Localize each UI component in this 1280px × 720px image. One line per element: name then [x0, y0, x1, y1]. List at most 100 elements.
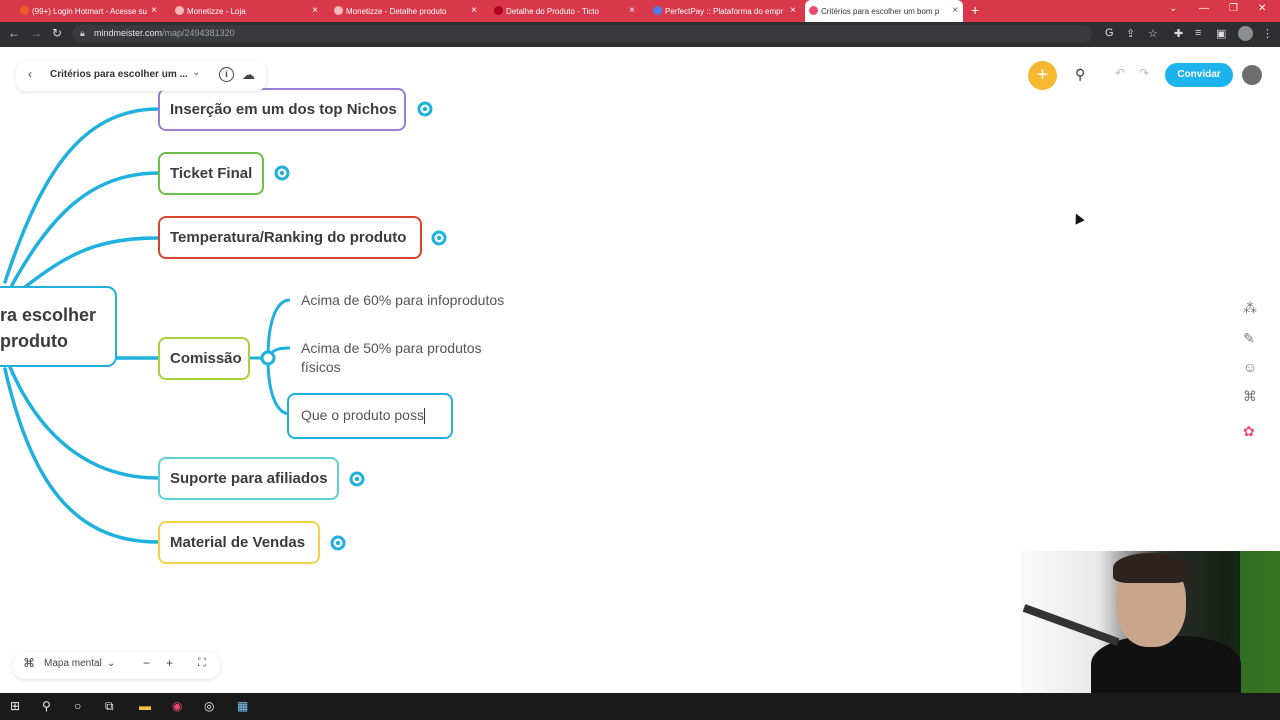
- redo-icon[interactable]: ↷: [1139, 66, 1149, 80]
- view-mode-label[interactable]: Mapa mental: [44, 658, 102, 669]
- side-panel-icon[interactable]: ▣: [1216, 27, 1226, 40]
- subtopic-infoprodutos[interactable]: Acima de 60% para infoprodutos: [301, 291, 504, 310]
- invite-button[interactable]: Convidar: [1165, 63, 1233, 87]
- mindmeister-favicon-icon: [809, 6, 818, 15]
- layout-icon[interactable]: ⁂: [1243, 300, 1257, 317]
- browser-tab-strip: (99+) Login Hotmart - Acesse su × Moneti…: [0, 0, 1280, 22]
- close-icon[interactable]: ×: [629, 5, 635, 16]
- task-view-icon[interactable]: ⧉: [105, 699, 114, 714]
- menu-kebab-icon[interactable]: ⋮: [1262, 27, 1273, 40]
- minimize-icon[interactable]: —: [1199, 3, 1209, 14]
- tab-monetizze-loja[interactable]: Monetizze - Loja ×: [171, 0, 323, 22]
- google-icon[interactable]: G: [1105, 27, 1114, 39]
- cloud-download-icon[interactable]: ☁: [242, 67, 255, 83]
- zoom-in-button[interactable]: +: [166, 656, 173, 670]
- reading-list-icon[interactable]: ≡: [1195, 27, 1201, 39]
- connect-icon[interactable]: ⌘: [1243, 388, 1257, 405]
- calculator-icon[interactable]: ▦: [237, 699, 248, 713]
- window-close-icon[interactable]: ✕: [1258, 3, 1266, 14]
- chrome-icon[interactable]: ◉: [172, 699, 182, 713]
- close-icon[interactable]: ×: [471, 5, 477, 16]
- right-toolbar: ⁂ ✎ ☺ ⌘ ✿: [1237, 292, 1267, 452]
- user-avatar[interactable]: [1242, 65, 1262, 85]
- info-icon[interactable]: i: [219, 67, 234, 82]
- topic-label: Temperatura/Ranking do produto: [170, 229, 407, 246]
- search-icon[interactable]: ⚲: [1075, 66, 1085, 83]
- tab-title: Monetizze - Loja: [187, 6, 246, 16]
- undo-icon[interactable]: ↶: [1115, 66, 1125, 80]
- tab-title: PerfectPay :: Plataforma do empr: [665, 6, 784, 16]
- tab-perfectpay[interactable]: PerfectPay :: Plataforma do empr ×: [649, 0, 801, 22]
- close-icon[interactable]: ×: [790, 5, 796, 16]
- search-icon[interactable]: ⚲: [42, 699, 51, 713]
- file-explorer-icon[interactable]: ▬: [139, 699, 151, 713]
- webcam-overlay: [1021, 551, 1280, 693]
- topic-label: Ticket Final: [170, 165, 253, 182]
- background-light: [1240, 551, 1280, 693]
- close-icon[interactable]: ×: [151, 5, 157, 16]
- mind-map-icon: ⌘: [23, 656, 35, 670]
- windows-start-icon[interactable]: ⊞: [10, 699, 20, 713]
- subtopic-edit-input[interactable]: Que o produto poss: [287, 393, 453, 439]
- extensions-puzzle-icon[interactable]: ✚: [1174, 27, 1183, 40]
- view-bar: ⌘ Mapa mental ⌄ − + ⛶: [13, 652, 220, 679]
- monetizze-favicon-icon: [175, 6, 184, 15]
- tab-title: Critérios para escolher um bom p: [821, 6, 940, 16]
- chevron-down-icon[interactable]: ⌄: [107, 658, 115, 669]
- url-text: mindmeister.com/map/2494381320: [94, 28, 235, 38]
- person-hair: [1113, 553, 1189, 583]
- forward-arrow-icon[interactable]: →: [30, 26, 42, 40]
- address-bar[interactable]: 🔒︎ mindmeister.com/map/2494381320: [72, 25, 1092, 43]
- profile-avatar[interactable]: [1238, 26, 1253, 41]
- collapse-knob-comissao: [260, 350, 276, 366]
- tab-title: Detalhe do Produto - Ticto: [506, 6, 599, 16]
- topic-suporte[interactable]: Suporte para afiliados: [158, 457, 339, 500]
- map-title[interactable]: Critérios para escolher um ...: [50, 69, 188, 80]
- zoom-out-button[interactable]: −: [143, 656, 150, 670]
- topic-label: Inserção em um dos top Nichos: [170, 101, 397, 118]
- topic-temperatura[interactable]: Temperatura/Ranking do produto: [158, 216, 422, 259]
- fit-screen-icon[interactable]: ⛶: [198, 657, 206, 670]
- connector-suporte: [8, 365, 160, 480]
- microphone-arm: [1022, 604, 1120, 646]
- tab-mindmeister[interactable]: Critérios para escolher um bom p ×: [805, 0, 963, 22]
- app-icon[interactable]: ◎: [204, 699, 214, 713]
- emoji-icon[interactable]: ☺: [1243, 359, 1257, 375]
- ticto-favicon-icon: [494, 6, 503, 15]
- share-icon[interactable]: ⇪: [1126, 27, 1135, 40]
- topic-material-vendas[interactable]: Material de Vendas: [158, 521, 320, 564]
- root-topic[interactable]: ra escolher produto: [0, 286, 117, 367]
- back-chevron-icon[interactable]: ‹: [28, 67, 32, 81]
- add-topic-button[interactable]: +: [1028, 61, 1057, 90]
- tab-monetizze-detalhe[interactable]: Monetizze - Detalhe produto ×: [330, 0, 482, 22]
- topic-label: Material de Vendas: [170, 534, 306, 551]
- theme-palette-icon[interactable]: ✿: [1243, 423, 1255, 440]
- tab-search-chevron-icon[interactable]: ⌄: [1169, 3, 1177, 14]
- restore-icon[interactable]: ❐: [1229, 3, 1238, 14]
- topic-insercao[interactable]: Inserção em um dos top Nichos: [158, 88, 406, 131]
- subtopic-produtos-fisicos[interactable]: Acima de 50% para produtos físicos: [301, 339, 482, 377]
- close-icon[interactable]: ×: [312, 5, 318, 16]
- hotmart-favicon-icon: [20, 6, 29, 15]
- topic-label: Comissão: [170, 350, 242, 367]
- cortana-circle-icon[interactable]: ○: [74, 699, 81, 713]
- back-arrow-icon[interactable]: ←: [8, 26, 20, 40]
- map-header: ‹ Critérios para escolher um ... ⌄ i ☁: [16, 61, 266, 91]
- chevron-down-icon[interactable]: ⌄: [192, 67, 200, 78]
- reload-icon[interactable]: ↻: [52, 26, 62, 40]
- topic-comissao[interactable]: Comissão: [158, 337, 250, 380]
- tab-ticto[interactable]: Detalhe do Produto - Ticto ×: [490, 0, 640, 22]
- new-tab-plus-icon[interactable]: +: [971, 2, 979, 18]
- tab-title: Monetizze - Detalhe produto: [346, 6, 447, 16]
- tab-hotmart[interactable]: (99+) Login Hotmart - Acesse su ×: [16, 0, 162, 22]
- text-caret: [423, 408, 425, 425]
- close-icon[interactable]: ×: [952, 5, 958, 16]
- connector-temperatura: [23, 236, 160, 289]
- monetizze-favicon-icon: [334, 6, 343, 15]
- connector-ticket: [10, 171, 160, 287]
- lock-icon: 🔒︎: [80, 28, 85, 38]
- style-brush-icon[interactable]: ✎: [1243, 330, 1255, 347]
- root-topic-line2: produto: [0, 331, 68, 351]
- topic-ticket-final[interactable]: Ticket Final: [158, 152, 264, 195]
- bookmark-star-icon[interactable]: ☆: [1148, 27, 1158, 40]
